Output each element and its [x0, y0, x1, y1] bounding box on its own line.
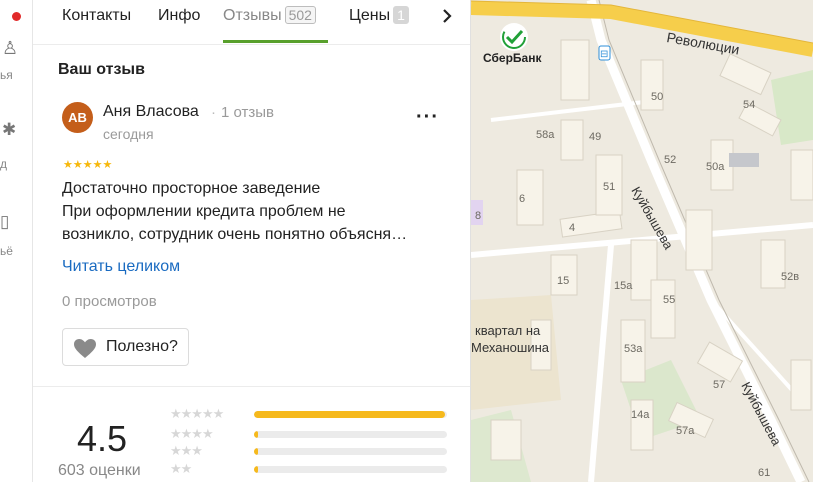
rating-bar-track [254, 466, 447, 473]
building-number: 14а [631, 409, 650, 421]
tab-reviews[interactable]: Отзывы 502 [223, 6, 316, 26]
building-number: 54 [743, 99, 755, 111]
stars-label: ★★★★★ [170, 406, 224, 421]
section-title: Ваш отзыв [58, 61, 145, 78]
sidebar-fragment-3: ьё [0, 244, 13, 258]
rating-bar-fill [254, 448, 258, 455]
helpful-button-label: Полезно? [106, 338, 178, 355]
view-count: 0 просмотров [62, 293, 157, 310]
more-options-icon[interactable]: ··· [416, 106, 439, 129]
rating-bar-track [254, 448, 447, 455]
left-sidebar-strip: ♙ ья ✱ д ▯ ьё [0, 0, 33, 482]
building-number: 57а [676, 425, 695, 437]
tab-contacts[interactable]: Контакты [62, 6, 131, 26]
building-number: 57 [713, 379, 725, 391]
building-number: 6 [519, 193, 525, 205]
author-review-count: 1 отзыв [221, 104, 275, 121]
tools-icon[interactable]: ✱ [2, 120, 16, 140]
tab-reviews-label: Отзывы [223, 7, 282, 24]
map-view[interactable]: ⊟ СберБанк Революции Куйбышева Куйбышева… [471, 0, 813, 482]
map-canvas[interactable]: ⊟ СберБанк Революции Куйбышева Куйбышева… [471, 0, 813, 482]
building-number: 15а [614, 280, 633, 292]
rating-count: 603 оценки [58, 462, 141, 479]
avatar[interactable]: АВ [62, 102, 93, 133]
building-number: 55 [663, 294, 675, 306]
building-number: 53а [624, 343, 643, 355]
tab-info[interactable]: Инфо [158, 6, 200, 26]
review-text-line: При оформлении кредита проблем не [62, 203, 346, 220]
tab-prices[interactable]: Цены 1 [349, 6, 409, 26]
building-number: 61 [758, 467, 770, 479]
building-number: 15 [557, 275, 569, 287]
metro-icon: ⊟ [600, 49, 608, 60]
rating-bar-fill [254, 466, 258, 473]
area-label: Механошина [471, 340, 550, 355]
stars-label: ★★★ [170, 443, 203, 458]
chevron-right-icon[interactable] [441, 6, 453, 31]
reviews-count-badge: 502 [284, 6, 316, 24]
review-author-name[interactable]: Аня Власова [103, 103, 199, 121]
sidebar-fragment-2: д [0, 157, 8, 171]
rating-bar-track [254, 431, 447, 438]
bookmark-icon[interactable]: ▯ [0, 212, 9, 232]
active-tab-indicator [223, 40, 328, 43]
prices-count-badge: 1 [393, 6, 409, 24]
rating-bar-fill [254, 411, 446, 418]
building-number: 52в [781, 271, 799, 283]
sidebar-fragment-1: ья [0, 68, 13, 82]
review-date: сегодня [103, 126, 154, 142]
rating-bar-fill [254, 431, 258, 438]
building-number: 58а [536, 129, 555, 141]
building-number: 50а [706, 161, 725, 173]
review-text-line: возникло, сотрудник очень понятно объясн… [62, 226, 408, 243]
stars-label: ★★ [170, 461, 192, 476]
building-number: 8 [475, 210, 481, 222]
rating-bar-track [254, 411, 447, 418]
building-number: 50 [651, 91, 663, 103]
notification-dot [12, 12, 21, 21]
helpful-button[interactable]: Полезно? [62, 328, 189, 366]
sberbank-logo-icon[interactable] [500, 23, 528, 51]
read-more-link[interactable]: Читать целиком [62, 258, 180, 276]
poi-label[interactable]: СберБанк [483, 51, 542, 65]
profile-icon[interactable]: ♙ [2, 38, 18, 59]
building-number: 4 [569, 222, 575, 234]
review-text-line: Достаточно просторное заведение [62, 180, 321, 197]
separator-dot: · [211, 104, 216, 121]
tab-bar: Контакты Инфо Отзывы 502 Цены 1 [33, 0, 470, 45]
review-stars: ★★★★★ [63, 159, 113, 171]
building-number: 52 [664, 154, 676, 166]
tab-prices-label: Цены [349, 7, 391, 24]
building-number: 49 [589, 131, 601, 143]
divider [33, 386, 470, 387]
building-number: 51 [603, 181, 615, 193]
stars-label: ★★★★ [170, 426, 214, 441]
area-label: квартал на [475, 323, 541, 338]
rating-value: 4.5 [77, 418, 128, 459]
organization-panel: Контакты Инфо Отзывы 502 Цены 1 Ваш отзыв … [33, 0, 471, 482]
heart-icon [74, 339, 96, 358]
